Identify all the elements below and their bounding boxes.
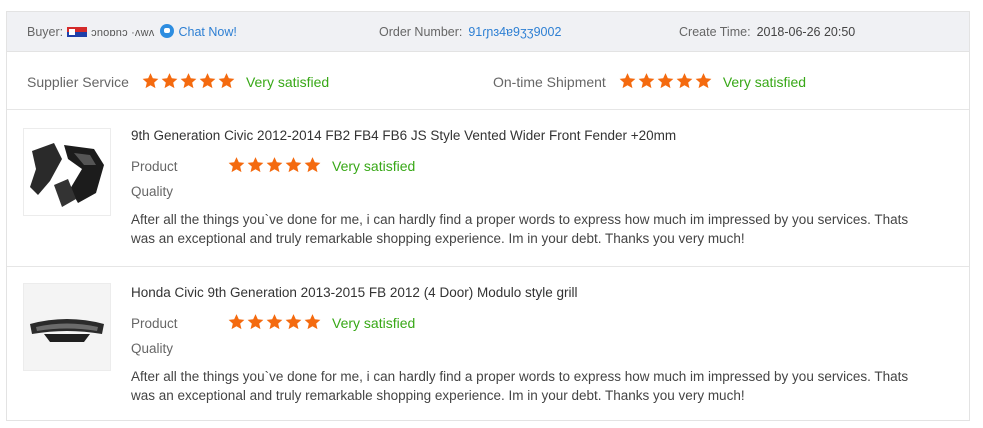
create-time: Create Time: 2018-06-26 20:50 bbox=[679, 24, 855, 40]
on-time-shipment-label: On-time Shipment bbox=[493, 74, 606, 90]
chat-icon[interactable] bbox=[160, 24, 175, 38]
quality-label: Quality bbox=[131, 341, 174, 356]
star-icon bbox=[198, 72, 217, 90]
on-time-shipment-rating: On-time Shipment Very satisfied bbox=[493, 72, 806, 94]
star-icon bbox=[246, 156, 265, 174]
grill-image-icon bbox=[24, 284, 110, 370]
star-icon bbox=[179, 72, 198, 90]
star-icon bbox=[265, 313, 284, 331]
quality-label: Quality bbox=[131, 184, 174, 199]
satisfaction-text: Very satisfied bbox=[722, 74, 807, 90]
create-time-label: Create Time: bbox=[679, 25, 751, 39]
star-icon bbox=[303, 156, 322, 174]
order-number-label: Order Number: bbox=[379, 25, 463, 39]
order-number-link[interactable]: 91ɾɲɜ4ɐ9ʒʒ9002 bbox=[468, 25, 561, 39]
star-icon bbox=[160, 72, 179, 90]
satisfaction-text: Very satisfied bbox=[332, 158, 416, 174]
buyer-label: Buyer: bbox=[27, 25, 64, 39]
star-rating bbox=[227, 156, 322, 177]
product-title-link[interactable]: Honda Civic 9th Generation 2013-2015 FB … bbox=[131, 285, 578, 300]
review-text: After all the things you`ve done for me,… bbox=[131, 212, 909, 246]
buyer-name: ɔnoɒnɔ ·ʌwʌ bbox=[91, 27, 155, 39]
star-icon bbox=[227, 313, 246, 331]
product-label: Product bbox=[131, 159, 178, 174]
star-icon bbox=[675, 72, 694, 90]
star-rating bbox=[618, 72, 713, 94]
star-icon bbox=[694, 72, 713, 90]
star-icon bbox=[656, 72, 675, 90]
feedback-card: Buyer: ɔnoɒnɔ ·ʌwʌ Chat Now! Order Number:… bbox=[6, 11, 970, 421]
star-icon bbox=[141, 72, 160, 90]
product-rating: Product Very satisfied bbox=[131, 313, 415, 334]
order-header: Buyer: ɔnoɒnɔ ·ʌwʌ Chat Now! Order Number:… bbox=[7, 12, 969, 52]
product-review: 9th Generation Civic 2012-2014 FB2 FB4 F… bbox=[7, 110, 969, 267]
create-time-value: 2018-06-26 20:50 bbox=[756, 25, 856, 39]
chat-now-link[interactable]: Chat Now! bbox=[178, 25, 236, 39]
product-label: Product bbox=[131, 316, 178, 331]
buyer-info: Buyer: ɔnoɒnɔ ·ʌwʌ Chat Now! bbox=[27, 24, 237, 41]
review-text: After all the things you`ve done for me,… bbox=[131, 369, 909, 403]
seller-ratings: Supplier Service Very satisfied On-time S… bbox=[7, 52, 969, 110]
star-icon bbox=[284, 313, 303, 331]
supplier-service-label: Supplier Service bbox=[27, 74, 129, 90]
satisfaction-text: Very satisfied bbox=[332, 315, 416, 331]
fender-image-icon bbox=[24, 129, 110, 215]
product-thumbnail[interactable] bbox=[23, 283, 111, 371]
star-icon bbox=[217, 72, 236, 90]
star-icon bbox=[246, 313, 265, 331]
country-flag-icon bbox=[67, 27, 88, 37]
product-title-link[interactable]: 9th Generation Civic 2012-2014 FB2 FB4 F… bbox=[131, 128, 676, 143]
star-icon bbox=[618, 72, 637, 90]
product-review: Honda Civic 9th Generation 2013-2015 FB … bbox=[7, 267, 969, 420]
star-icon bbox=[227, 156, 246, 174]
star-icon bbox=[265, 156, 284, 174]
star-icon bbox=[284, 156, 303, 174]
star-icon bbox=[637, 72, 656, 90]
product-thumbnail[interactable] bbox=[23, 128, 111, 216]
product-rating: Product Very satisfied bbox=[131, 156, 415, 177]
star-icon bbox=[303, 313, 322, 331]
order-number: Order Number: 91ɾɲɜ4ɐ9ʒʒ9002 bbox=[379, 24, 561, 40]
star-rating bbox=[227, 313, 322, 334]
satisfaction-text: Very satisfied bbox=[245, 74, 330, 90]
star-rating bbox=[141, 72, 236, 94]
supplier-service-rating: Supplier Service Very satisfied bbox=[27, 72, 329, 94]
